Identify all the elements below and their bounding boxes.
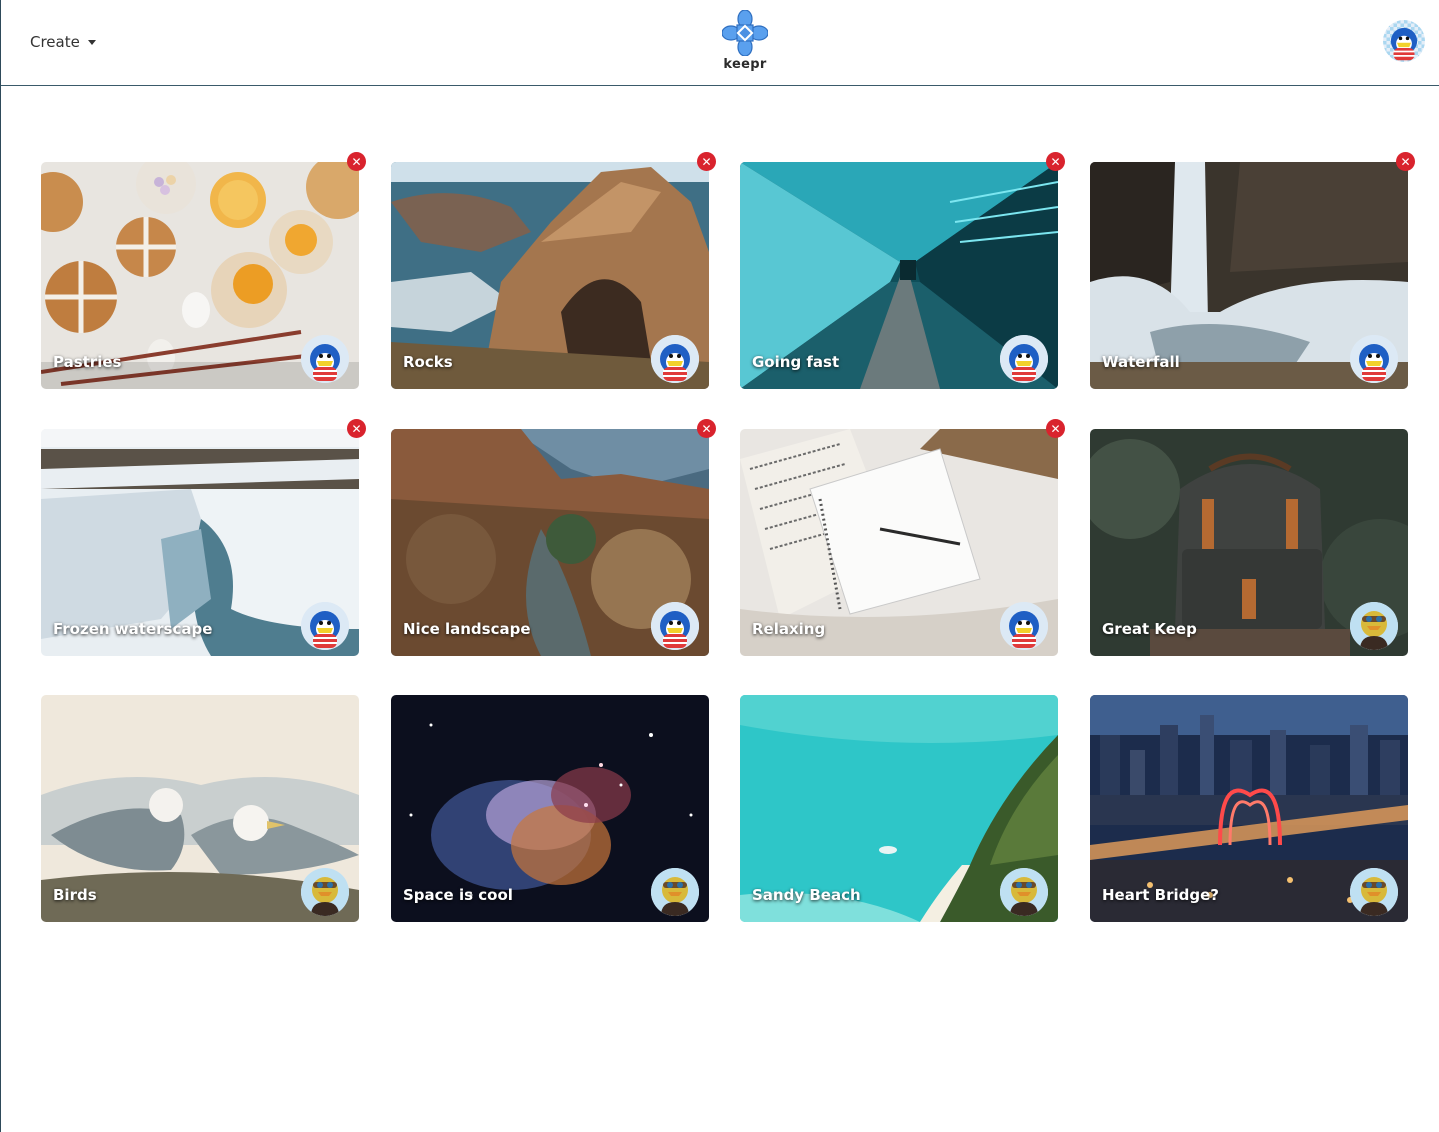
duck-avatar-icon <box>1000 868 1048 916</box>
keep-card[interactable]: Nice landscape ✕ <box>391 419 716 656</box>
duck-avatar-icon <box>1350 602 1398 650</box>
owner-avatar[interactable] <box>1000 335 1048 383</box>
keep-card[interactable]: Relaxing ✕ <box>740 419 1065 656</box>
owner-avatar[interactable] <box>1350 602 1398 650</box>
keep-title: Nice landscape <box>403 620 531 638</box>
owner-avatar[interactable] <box>1000 602 1048 650</box>
keep-card[interactable]: Going fast ✕ <box>740 152 1065 389</box>
keep-card[interactable]: Pastries ✕ <box>41 152 366 389</box>
delete-keep-button[interactable]: ✕ <box>347 419 366 438</box>
close-icon: ✕ <box>701 154 712 169</box>
penguin-avatar-icon <box>301 335 349 383</box>
keepr-logo[interactable]: keepr <box>719 10 771 76</box>
keep-title: Frozen waterscape <box>53 620 213 638</box>
keep-card[interactable]: Heart Bridge? <box>1090 695 1408 922</box>
owner-avatar[interactable] <box>1000 868 1048 916</box>
keep-card[interactable]: Birds <box>41 695 359 922</box>
delete-keep-button[interactable]: ✕ <box>347 152 366 171</box>
penguin-avatar-icon <box>1350 335 1398 383</box>
keep-title: Space is cool <box>403 886 513 904</box>
keep-title: Great Keep <box>1102 620 1197 638</box>
owner-avatar[interactable] <box>1350 868 1398 916</box>
flower-logo-icon <box>722 10 768 56</box>
close-icon: ✕ <box>351 421 362 436</box>
keep-title: Waterfall <box>1102 353 1180 371</box>
delete-keep-button[interactable]: ✕ <box>697 152 716 171</box>
caret-down-icon <box>87 40 96 45</box>
keep-title: Pastries <box>53 353 122 371</box>
keep-title: Going fast <box>752 353 840 371</box>
keep-card[interactable]: Waterfall ✕ <box>1090 152 1415 389</box>
keep-card[interactable]: Frozen waterscape ✕ <box>41 419 366 656</box>
owner-avatar[interactable] <box>1350 335 1398 383</box>
user-avatar[interactable] <box>1383 20 1425 62</box>
owner-avatar[interactable] <box>651 868 699 916</box>
penguin-avatar-icon <box>651 335 699 383</box>
top-navbar: Create keepr <box>1 0 1439 86</box>
duck-avatar-icon <box>651 868 699 916</box>
keep-title: Sandy Beach <box>752 886 861 904</box>
keep-title: Relaxing <box>752 620 826 638</box>
delete-keep-button[interactable]: ✕ <box>1396 152 1415 171</box>
logo-text: keepr <box>723 57 767 72</box>
keep-title: Rocks <box>403 353 453 371</box>
delete-keep-button[interactable]: ✕ <box>1046 419 1065 438</box>
keep-title: Birds <box>53 886 97 904</box>
penguin-avatar-icon <box>651 602 699 650</box>
penguin-avatar-icon <box>301 602 349 650</box>
create-dropdown-button[interactable]: Create <box>30 33 96 51</box>
owner-avatar[interactable] <box>301 868 349 916</box>
close-icon: ✕ <box>1050 421 1061 436</box>
penguin-avatar-icon <box>1000 602 1048 650</box>
penguin-avatar-icon <box>1383 20 1425 62</box>
owner-avatar[interactable] <box>301 602 349 650</box>
owner-avatar[interactable] <box>651 602 699 650</box>
delete-keep-button[interactable]: ✕ <box>697 419 716 438</box>
create-label: Create <box>30 33 80 51</box>
delete-keep-button[interactable]: ✕ <box>1046 152 1065 171</box>
close-icon: ✕ <box>701 421 712 436</box>
duck-avatar-icon <box>1350 868 1398 916</box>
keep-card[interactable]: Rocks ✕ <box>391 152 716 389</box>
owner-avatar[interactable] <box>651 335 699 383</box>
close-icon: ✕ <box>351 154 362 169</box>
keep-card[interactable]: Sandy Beach <box>740 695 1058 922</box>
close-icon: ✕ <box>1050 154 1061 169</box>
keep-title: Heart Bridge? <box>1102 886 1219 904</box>
owner-avatar[interactable] <box>301 335 349 383</box>
keep-card[interactable]: Great Keep <box>1090 429 1408 656</box>
penguin-avatar-icon <box>1000 335 1048 383</box>
close-icon: ✕ <box>1400 154 1411 169</box>
duck-avatar-icon <box>301 868 349 916</box>
keep-card[interactable]: Space is cool <box>391 695 709 922</box>
